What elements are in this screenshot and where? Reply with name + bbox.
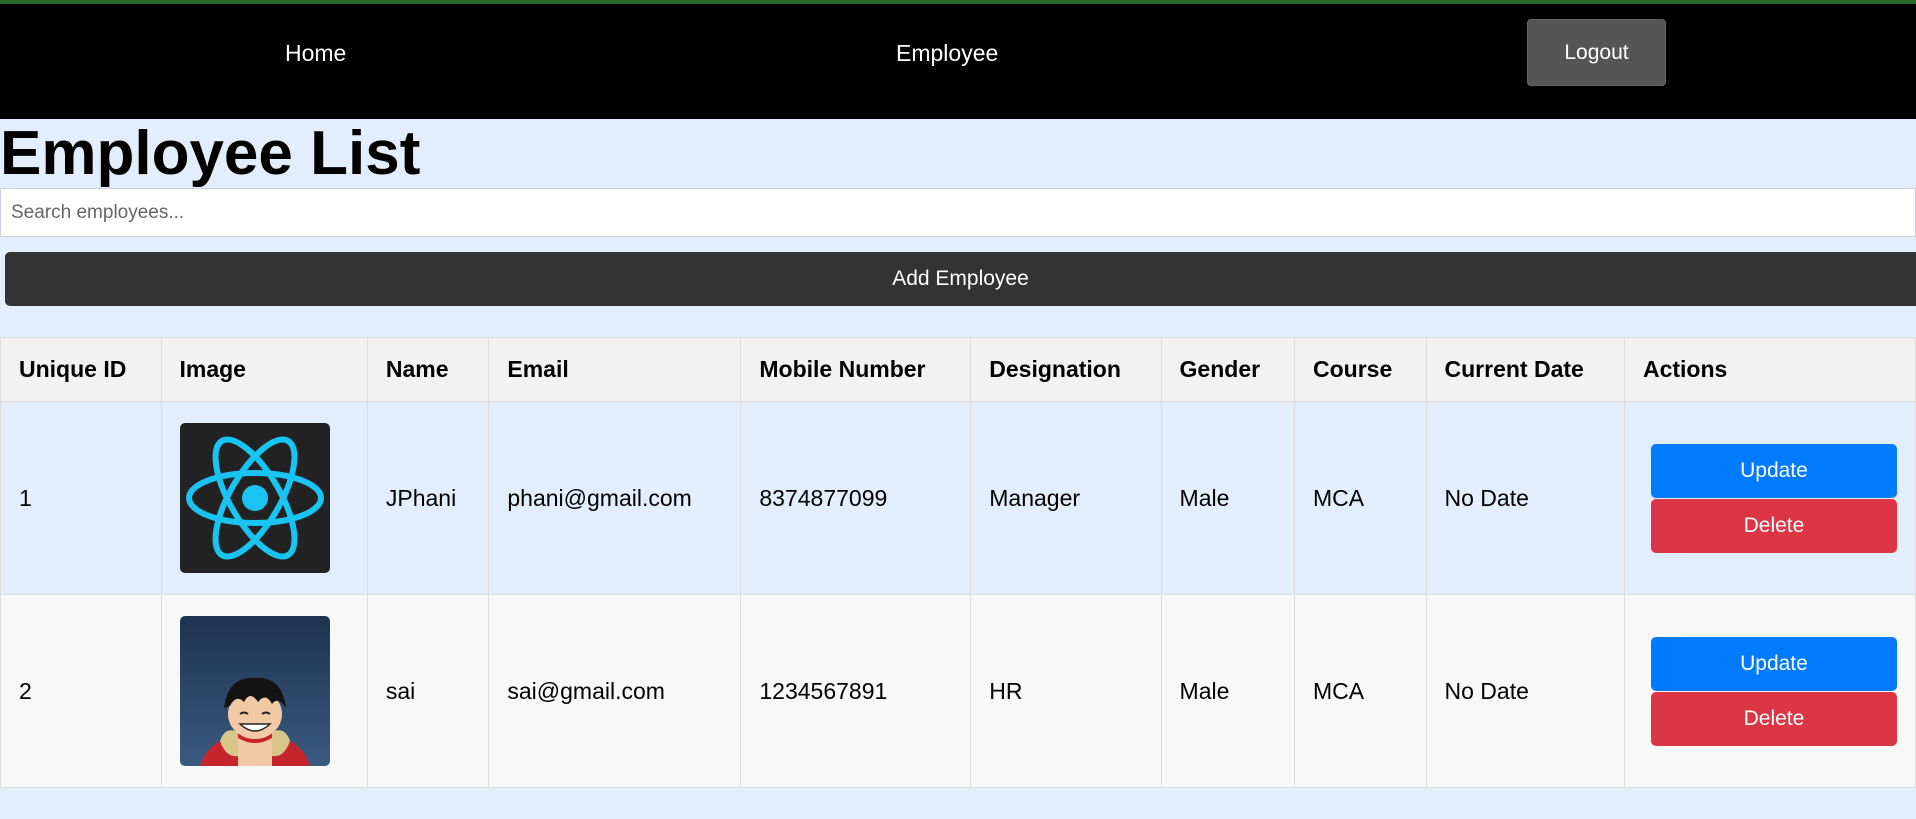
employee-table: Unique ID Image Name Email Mobile Number… bbox=[0, 337, 1916, 788]
add-employee-button[interactable]: Add Employee bbox=[5, 252, 1916, 306]
update-button[interactable]: Update bbox=[1650, 443, 1897, 498]
cell-name: sai bbox=[366, 594, 490, 788]
cell-name: JPhani bbox=[366, 401, 490, 595]
table-row: 1 JPhani phani@gmail.com 8374877099 Mana… bbox=[0, 401, 1916, 595]
header-course: Course bbox=[1294, 337, 1427, 402]
cell-course: MCA bbox=[1294, 401, 1427, 595]
cell-gender: Male bbox=[1160, 594, 1296, 788]
header-designation: Designation bbox=[970, 337, 1162, 402]
logout-button[interactable]: Logout bbox=[1527, 19, 1666, 86]
nav-link-home[interactable]: Home bbox=[285, 40, 346, 67]
cell-course: MCA bbox=[1294, 594, 1427, 788]
cell-actions: Update Delete bbox=[1623, 594, 1916, 788]
cell-email: sai@gmail.com bbox=[488, 594, 742, 788]
search-placeholder: Search employees... bbox=[11, 201, 185, 223]
search-input[interactable]: Search employees... bbox=[0, 188, 1916, 237]
cell-mobile: 8374877099 bbox=[740, 401, 972, 595]
header-email: Email bbox=[488, 337, 742, 402]
header-gender: Gender bbox=[1160, 337, 1296, 402]
navbar: Home Employee Logout bbox=[0, 4, 1916, 119]
header-actions: Actions bbox=[1623, 337, 1916, 402]
react-logo-icon bbox=[179, 423, 330, 573]
cell-image bbox=[160, 401, 368, 595]
cell-actions: Update Delete bbox=[1623, 401, 1916, 595]
cell-mobile: 1234567891 bbox=[740, 594, 972, 788]
header-unique-id: Unique ID bbox=[0, 337, 162, 402]
header-current-date: Current Date bbox=[1425, 337, 1625, 402]
table-row: 2 sai sai@gmail.com 1234567891 HR Male M… bbox=[0, 594, 1916, 788]
table-header-row: Unique ID Image Name Email Mobile Number… bbox=[0, 337, 1916, 402]
delete-button[interactable]: Delete bbox=[1650, 691, 1897, 746]
cell-designation: HR bbox=[970, 594, 1162, 788]
cell-gender: Male bbox=[1160, 401, 1296, 595]
page-title: Employee List bbox=[0, 119, 421, 188]
cell-id: 2 bbox=[0, 594, 162, 788]
update-button[interactable]: Update bbox=[1650, 636, 1897, 691]
cell-image bbox=[160, 594, 368, 788]
cell-designation: Manager bbox=[970, 401, 1162, 595]
nav-link-employee[interactable]: Employee bbox=[896, 40, 998, 67]
cell-date: No Date bbox=[1425, 401, 1625, 595]
header-name: Name bbox=[366, 337, 490, 402]
header-mobile-number: Mobile Number bbox=[740, 337, 972, 402]
delete-button[interactable]: Delete bbox=[1650, 498, 1897, 553]
header-image: Image bbox=[160, 337, 368, 402]
cell-email: phani@gmail.com bbox=[488, 401, 742, 595]
anime-avatar-image bbox=[179, 616, 330, 766]
cell-id: 1 bbox=[0, 401, 162, 595]
cell-date: No Date bbox=[1425, 594, 1625, 788]
